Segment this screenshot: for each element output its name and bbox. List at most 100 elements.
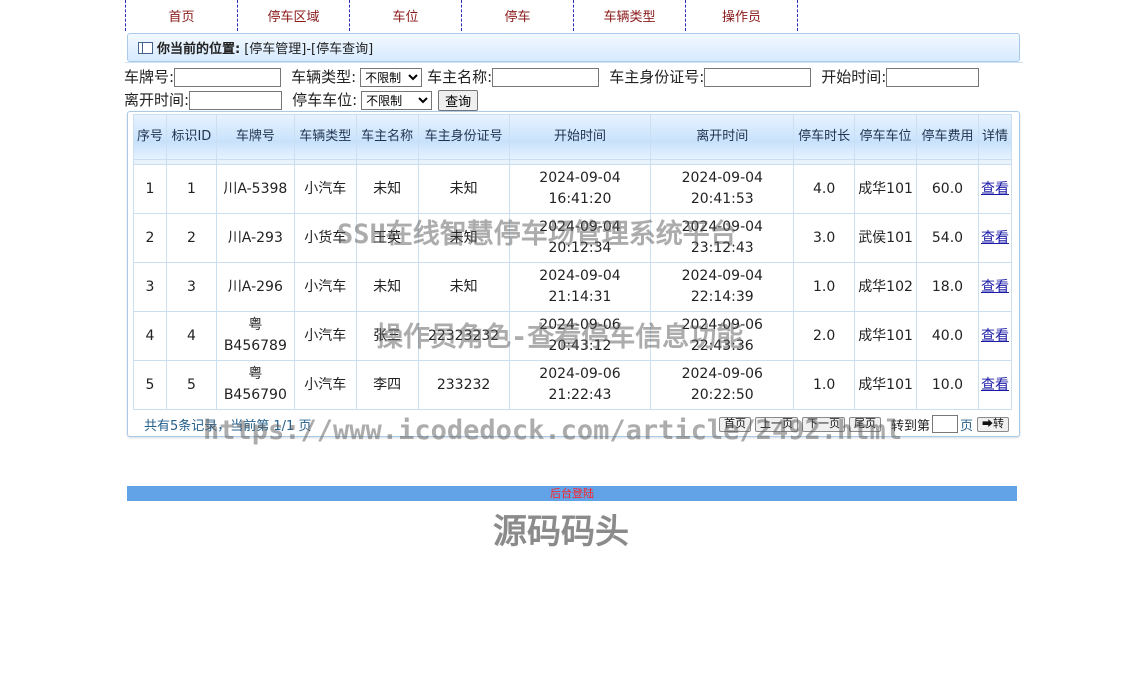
- table-cell: 查看: [977, 311, 1013, 361]
- table-cell: 1.0: [793, 262, 856, 312]
- table-cell: 小汽车: [293, 311, 357, 361]
- page-unit-label: 页: [959, 418, 973, 434]
- end-time-input[interactable]: [189, 91, 283, 110]
- table-row: 5 5 粤B456790 小汽车 李四 233232 2024-09-06 21:22:43…: [133, 360, 1013, 410]
- view-detail-link[interactable]: 查看: [981, 377, 1009, 393]
- nav-item-1[interactable]: 停车区域: [237, 0, 349, 31]
- goto-button[interactable]: ➡转: [977, 416, 1009, 432]
- table-cell: 成华101: [854, 360, 918, 410]
- breadcrumb-path: [停车管理]-[停车查询]: [244, 42, 374, 57]
- table-cell: 3: [133, 262, 167, 312]
- column-header: 离开时间: [650, 114, 795, 160]
- table-cell: 武侯101: [854, 213, 918, 263]
- table-cell: 查看: [977, 360, 1013, 410]
- vehicle-type-select[interactable]: 不限制: [360, 68, 423, 87]
- column-header: 停车车位: [854, 114, 918, 160]
- column-header: 停车费用: [916, 114, 979, 160]
- table-cell: 粤B456789: [215, 311, 295, 361]
- watermark-title: SSH在线智慧停车场管理系统平台: [337, 219, 737, 250]
- table-cell: 未知: [355, 164, 419, 214]
- search-row-1: 车牌号: 车辆类型: 不限制 车主名称: 车主身份证号: 开始时间:: [124, 66, 1024, 89]
- page: 首页 停车区域 车位 停车 车辆类型 操作员 你当前的位置: [停车管理]-[停车查询] …: [0, 0, 1143, 699]
- table-cell: 粤B456790: [215, 360, 295, 410]
- table-cell: 未知: [355, 262, 419, 312]
- table-cell: 1: [165, 164, 217, 214]
- column-header: 开始时间: [508, 114, 652, 160]
- nav-item-5[interactable]: 操作员: [685, 0, 798, 31]
- table-cell: 川A-293: [215, 213, 295, 263]
- top-nav: 首页 停车区域 车位 停车 车辆类型 操作员: [125, 0, 798, 31]
- footer-bar: 后台登陆: [127, 486, 1017, 501]
- owner-name-input[interactable]: [492, 68, 600, 87]
- plate-label: 车牌号:: [124, 68, 175, 86]
- result-panel: 序号 标识ID 车牌号 车辆类型 车主名称 车主身份证号 开始时间 离开时间 停车时长 停车车位停…: [127, 111, 1020, 437]
- start-time-label: 开始时间:: [821, 68, 887, 86]
- column-header: 标识ID: [165, 114, 217, 160]
- column-header: 车牌号: [215, 114, 295, 160]
- nav-item-2[interactable]: 车位: [349, 0, 461, 31]
- owner-id-input[interactable]: [704, 68, 812, 87]
- query-button[interactable]: 查询: [438, 90, 479, 111]
- table-cell: 查看: [977, 164, 1013, 214]
- table-cell: 查看: [977, 262, 1013, 312]
- table-cell: 18.0: [916, 262, 979, 312]
- start-time-input[interactable]: [886, 68, 980, 87]
- end-time-label: 离开时间:: [124, 91, 190, 109]
- table-cell: 2024-09-04 20:41:53: [650, 164, 795, 214]
- table-cell: 4: [165, 311, 217, 361]
- nav-item-4[interactable]: 车辆类型: [573, 0, 685, 31]
- table-row: 1 1 川A-5398 小汽车 未知 未知 2024-09-04 16:41:20 2024-…: [133, 164, 1013, 214]
- view-detail-link[interactable]: 查看: [981, 181, 1009, 197]
- table-cell: 查看: [977, 213, 1013, 263]
- table-cell: 成华101: [854, 164, 918, 214]
- table-cell: 4: [133, 311, 167, 361]
- view-detail-link[interactable]: 查看: [981, 230, 1009, 246]
- column-header: 详情: [977, 114, 1013, 160]
- table-cell: 60.0: [916, 164, 979, 214]
- table-cell: 2024-09-06 21:22:43: [508, 360, 652, 410]
- space-label: 停车车位:: [292, 91, 358, 109]
- view-detail-link[interactable]: 查看: [981, 328, 1009, 344]
- admin-login-link[interactable]: 后台登陆: [550, 487, 594, 500]
- nav-item-0[interactable]: 首页: [125, 0, 237, 31]
- table-cell: 5: [165, 360, 217, 410]
- plate-input[interactable]: [174, 68, 282, 87]
- table-cell: 川A-296: [215, 262, 295, 312]
- table-row: 3 3 川A-296 小汽车 未知 未知 2024-09-04 21:14:31 2024-0…: [133, 262, 1013, 312]
- table-cell: 2024-09-04 16:41:20: [508, 164, 652, 214]
- table-cell: 2: [165, 213, 217, 263]
- table-cell: 54.0: [916, 213, 979, 263]
- column-header: 车辆类型: [293, 114, 357, 160]
- table-cell: 2.0: [793, 311, 856, 361]
- table-cell: 2024-09-04 21:14:31: [508, 262, 652, 312]
- search-form: 车牌号: 车辆类型: 不限制 车主名称: 车主身份证号: 开始时间: 离开时间:…: [124, 66, 1024, 112]
- table-cell: 小汽车: [293, 262, 357, 312]
- breadcrumb: 你当前的位置: [停车管理]-[停车查询]: [127, 33, 1020, 62]
- space-select[interactable]: 不限制: [361, 91, 433, 110]
- parking-table: 序号 标识ID 车牌号 车辆类型 车主名称 车主身份证号 开始时间 离开时间 停车时长 停车车位停…: [133, 114, 1013, 410]
- table-header-row: 序号 标识ID 车牌号 车辆类型 车主名称 车主身份证号 开始时间 离开时间 停车时长 停车车位停…: [133, 114, 1013, 160]
- table-cell: 1.0: [793, 360, 856, 410]
- breadcrumb-label: 你当前的位置:: [157, 42, 241, 57]
- table-cell: 40.0: [916, 311, 979, 361]
- table-cell: 川A-5398: [215, 164, 295, 214]
- table-cell: 10.0: [916, 360, 979, 410]
- watermark-subtitle: 操作员角色-查看停车信息功能: [376, 322, 744, 353]
- goto-page-input[interactable]: [931, 415, 958, 433]
- table-cell: 4.0: [793, 164, 856, 214]
- vehicle-type-label: 车辆类型:: [291, 68, 357, 86]
- table-cell: 5: [133, 360, 167, 410]
- table-cell: 李四: [355, 360, 419, 410]
- view-detail-link[interactable]: 查看: [981, 279, 1009, 295]
- column-header: 车主身份证号: [417, 114, 510, 160]
- table-cell: 未知: [417, 164, 510, 214]
- table-cell: 成华101: [854, 311, 918, 361]
- divider: [125, 62, 1023, 63]
- table-cell: 1: [133, 164, 167, 214]
- owner-id-label: 车主身份证号:: [609, 68, 705, 86]
- column-header: 序号: [133, 114, 167, 160]
- nav-item-3[interactable]: 停车: [461, 0, 573, 31]
- table-cell: 成华102: [854, 262, 918, 312]
- table-cell: 3.0: [793, 213, 856, 263]
- table-cell: 小汽车: [293, 360, 357, 410]
